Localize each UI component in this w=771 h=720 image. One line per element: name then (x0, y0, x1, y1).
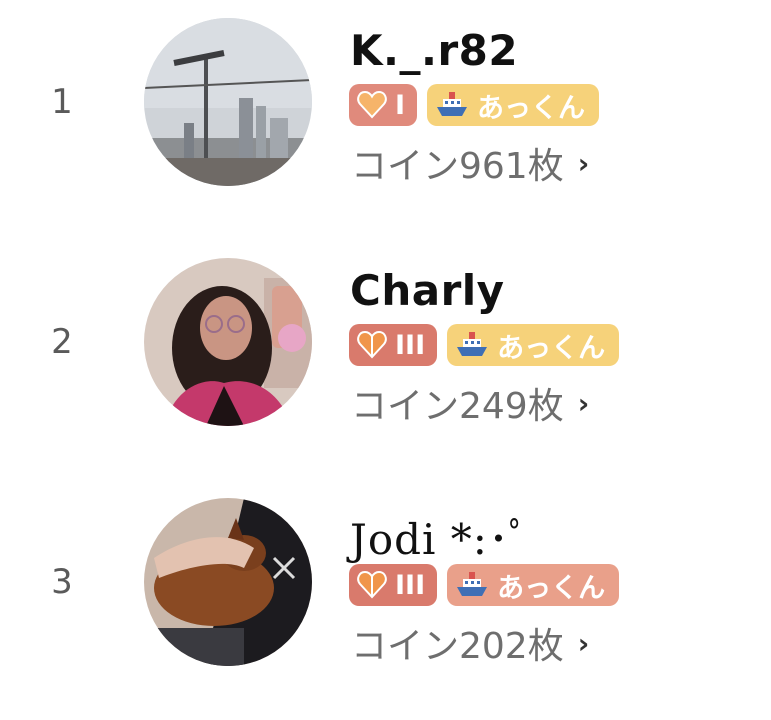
avatar[interactable] (144, 258, 312, 426)
fan-label: あっくん (477, 92, 586, 124)
level-badge: I (349, 84, 418, 126)
rank-number: 2 (51, 322, 73, 362)
ranking-row[interactable]: 3 Jodi *:･ﾟ III あっくん コイン202枚 › (0, 480, 771, 720)
fan-label: あっくん (497, 332, 606, 364)
fan-badge: あっくん (447, 564, 620, 606)
user-name: Charly (350, 266, 505, 315)
chevron-right-icon: › (577, 146, 590, 180)
level-badge: III (349, 564, 438, 606)
avatar[interactable] (144, 18, 312, 186)
avatar-photo-city-icon (144, 18, 312, 186)
level-label: III (395, 569, 426, 601)
ship-icon (437, 92, 468, 116)
user-name: K._.r82 (350, 26, 519, 75)
coins-label: コイン249枚 (351, 386, 564, 427)
fan-badge: あっくん (447, 324, 620, 366)
level-badge: III (349, 324, 438, 366)
coins-link[interactable]: コイン961枚 › (351, 137, 589, 189)
ranking-row[interactable]: 1 K._.r82 I あっくん コイン961枚 › (0, 0, 771, 240)
rank-number: 3 (51, 562, 73, 602)
ranking-row[interactable]: 2 Charly III あっくん コイン249枚 › (0, 240, 771, 480)
heart-icon (357, 331, 387, 359)
fan-label: あっくん (497, 572, 606, 604)
chevron-right-icon: › (577, 386, 590, 420)
coins-link[interactable]: コイン249枚 › (351, 377, 589, 429)
chevron-right-icon: › (577, 626, 590, 660)
badge-group: I あっくん (349, 84, 600, 126)
user-name: Jodi *:･ﾟ (350, 515, 531, 564)
avatar[interactable] (144, 498, 312, 666)
coins-label: コイン202枚 (351, 626, 564, 667)
level-label: I (395, 89, 406, 121)
rank-number: 1 (51, 82, 73, 122)
badge-group: III あっくん (349, 324, 620, 366)
badge-group: III あっくん (349, 564, 620, 606)
level-label: III (395, 329, 426, 361)
ship-icon (457, 332, 488, 356)
fan-badge: あっくん (427, 84, 600, 126)
coins-label: コイン961枚 (351, 146, 564, 187)
coins-link[interactable]: コイン202枚 › (351, 617, 589, 669)
heart-icon (357, 571, 387, 599)
ship-icon (457, 572, 488, 596)
avatar-photo-person-icon (144, 258, 312, 426)
avatar-photo-dog-icon (144, 498, 312, 666)
heart-icon (357, 91, 387, 119)
